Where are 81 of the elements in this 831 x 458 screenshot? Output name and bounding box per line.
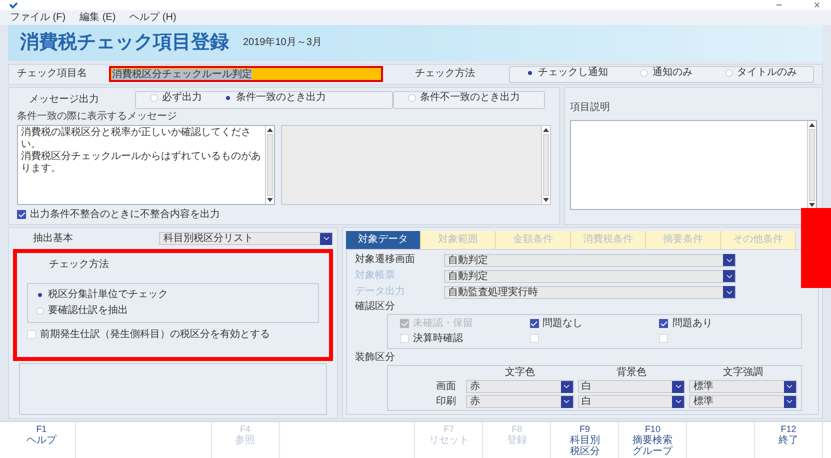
field-label: データ出力 (355, 286, 406, 298)
field-label: チェック方法 (48, 258, 110, 271)
dropdown[interactable]: 標準 (689, 380, 797, 394)
tab[interactable]: 対象データ (346, 230, 421, 249)
checkbox-label: 未確認・保留 (413, 318, 473, 330)
chevron-down-icon (672, 396, 684, 408)
field-label: チェック方法 (415, 68, 476, 80)
radio-button[interactable] (408, 94, 416, 102)
radio-label: 条件一致のとき出力 (236, 92, 326, 104)
menu-item[interactable]: ヘルプ (H) (130, 12, 176, 24)
column-header: 背景色 (615, 366, 648, 379)
menu-item[interactable]: ファイル (F) (10, 12, 66, 24)
radio-button[interactable] (640, 68, 648, 77)
arrow-down-icon (267, 198, 273, 202)
row-label: 印刷 (435, 396, 457, 408)
chevron-down-icon (723, 286, 735, 298)
checkbox[interactable] (530, 334, 539, 344)
dropdown[interactable]: 赤 (466, 395, 574, 408)
chevron-down-icon (672, 380, 684, 393)
field-label: 確認区分 (355, 300, 396, 313)
checkbox[interactable] (659, 334, 668, 344)
row-label: 画面 (435, 380, 457, 393)
scrollbar[interactable] (265, 126, 274, 204)
radio-label: 要確認仕訳を抽出 (48, 304, 128, 317)
page-title: 消費税チェック項目登録 (20, 32, 229, 54)
radio-button[interactable] (150, 94, 158, 102)
scrollbar[interactable] (807, 120, 816, 209)
field-label: 項目説明 (570, 102, 611, 114)
checkbox-label: 問題なし (542, 318, 583, 330)
function-key[interactable]: F9 科目別 税区分 (551, 422, 620, 458)
checkbox[interactable] (659, 319, 668, 328)
field-label: 条件一致の際に表示するメッセージ (17, 110, 178, 123)
checkbox[interactable] (530, 319, 539, 328)
item-name-field[interactable]: 消費税区分チェックルール判定 (109, 66, 383, 82)
dropdown[interactable]: 標準 (689, 395, 797, 408)
checkbox[interactable] (400, 334, 409, 344)
message-text: 消費税の課税区分と税率が正しいか確認してください。 (21, 126, 252, 150)
radio-label: タイトルのみ (736, 66, 797, 79)
checkbox-label: 問題あり (672, 318, 712, 330)
radio-label: 税区分集計単位でチェック (48, 288, 168, 301)
field-label: 対象遷移画面 (355, 254, 416, 266)
field-label: メッセージ出力 (28, 94, 100, 106)
chevron-down-icon (560, 396, 573, 408)
dropdown[interactable]: 白 (578, 395, 686, 408)
chevron-down-icon (784, 396, 796, 408)
close-icon[interactable] (813, 0, 821, 9)
dropdown[interactable]: 自動判定 (444, 254, 736, 267)
field-label: チェック項目名 (17, 68, 88, 80)
chevron-down-icon (560, 380, 573, 393)
message-text: 消費税区分チェックルールからはずれているものがあります。 (21, 150, 262, 175)
radio-button[interactable] (724, 68, 733, 77)
function-key[interactable]: F12 終了 (755, 422, 823, 458)
chevron-down-icon (320, 232, 332, 245)
field-label: 抽出基本 (33, 232, 74, 245)
checkbox-label: 出力条件不整合のときに不整合内容を出力 (30, 208, 220, 221)
radio-label: チェックし通知 (538, 66, 608, 79)
checkbox[interactable] (27, 330, 36, 340)
scrollbar[interactable] (541, 126, 550, 204)
radio-label: 条件不一致のとき出力 (420, 92, 520, 104)
chevron-down-icon (723, 254, 735, 266)
dropdown[interactable]: 白 (578, 380, 686, 394)
function-key[interactable]: F1 ヘルプ (8, 422, 76, 458)
menu-item[interactable]: 編集 (E) (80, 12, 116, 24)
dropdown[interactable]: 赤 (466, 380, 574, 394)
radio-button[interactable] (36, 306, 44, 315)
checkbox[interactable] (17, 210, 26, 220)
checkbox-label: 決算時確認 (413, 332, 463, 345)
field-label: 対象帳票 (355, 270, 396, 282)
checkbox-label: 前期発生仕訳（発生側科目）の税区分を有効とする (40, 328, 270, 341)
radio-label: 必ず出力 (162, 92, 202, 104)
radio-label: 通知のみ (652, 66, 692, 79)
function-key[interactable]: F10 摘要検索 グループ (619, 422, 688, 458)
field-label: 装飾区分 (355, 352, 396, 364)
period-text: 2019年10月～3月 (243, 37, 322, 50)
dropdown[interactable]: 科目別税区分リスト (159, 232, 333, 246)
column-header: 文字強調 (722, 366, 764, 379)
message-textarea[interactable]: 消費税の課税区分と税率が正しいか確認してください。 消費税区分チェックルールからはずれているものがあります。 (17, 124, 275, 205)
arrow-down-icon (543, 198, 549, 202)
column-header: 文字色 (504, 366, 536, 379)
chevron-down-icon (723, 270, 735, 282)
chevron-down-icon (784, 380, 796, 393)
